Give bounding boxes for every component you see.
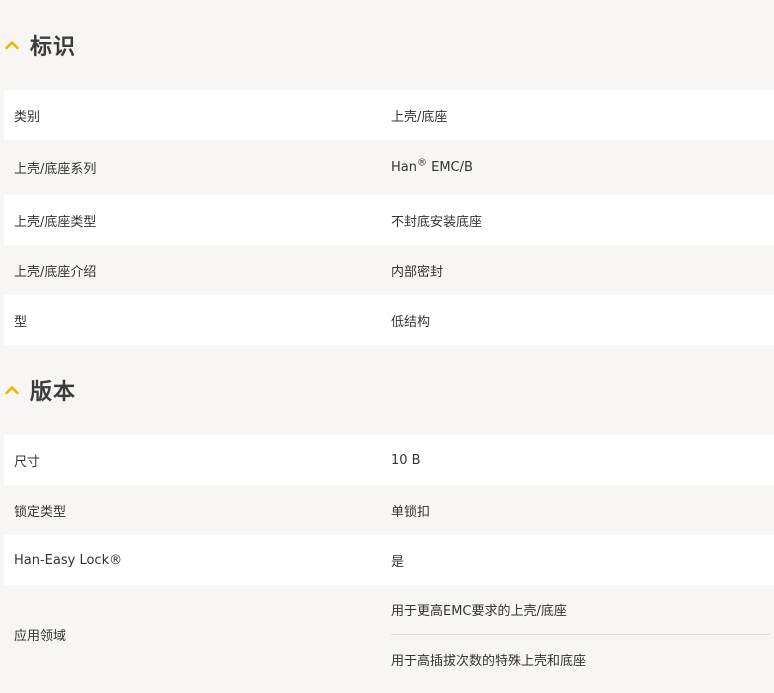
row-value: 用于高插拔次数的特殊上壳和底座 xyxy=(391,653,587,669)
row-label: 上壳/底座类型 xyxy=(14,214,97,230)
row-value: 单锁扣 xyxy=(391,504,431,520)
section-header-identification[interactable]: 标识 xyxy=(0,0,774,90)
row-label: 锁定类型 xyxy=(14,504,67,520)
identification-table: 类别 上壳/底座 上壳/底座系列 Han® EMC/B 上壳/底座类型 不封底安… xyxy=(4,90,774,345)
row-value: 10 B xyxy=(391,452,421,468)
table-row: 锁定类型 单锁扣 xyxy=(4,485,774,535)
table-row: 类别 上壳/底座 xyxy=(4,90,774,140)
row-value: 是 xyxy=(391,554,405,570)
row-label: 类别 xyxy=(14,109,41,125)
table-row: 上壳/底座介绍 内部密封 xyxy=(4,245,774,295)
row-label: 上壳/底座介绍 xyxy=(14,264,97,280)
row-value: 内部密封 xyxy=(391,264,444,280)
value-suffix: EMC/B xyxy=(426,160,473,175)
value-text: Han xyxy=(391,160,417,175)
version-table: 尺寸 10 B 锁定类型 单锁扣 Han-Easy Lock® 是 应用领域 用… xyxy=(4,435,774,683)
row-value: 低结构 xyxy=(391,314,431,330)
table-row: 尺寸 10 B xyxy=(4,435,774,485)
row-value: 上壳/底座 xyxy=(391,109,448,125)
table-row: Han-Easy Lock® 是 xyxy=(4,535,774,585)
chevron-up-icon xyxy=(4,382,20,398)
row-label: Han-Easy Lock® xyxy=(14,552,123,568)
section-title: 版本 xyxy=(30,380,77,405)
table-row: 型 低结构 xyxy=(4,295,774,345)
table-row: 上壳/底座类型 不封底安装底座 xyxy=(4,195,774,245)
row-value: 不封底安装底座 xyxy=(391,214,483,230)
row-value: 用于更高EMC要求的上壳/底座 xyxy=(391,585,770,635)
row-label: 型 xyxy=(14,314,28,330)
row-value: Han® EMC/B xyxy=(391,157,774,175)
table-row: 应用领域 用于更高EMC要求的上壳/底座 用于高插拔次数的特殊上壳和底座 xyxy=(4,585,774,683)
row-label: 上壳/底座系列 xyxy=(14,162,97,177)
row-label: 应用领域 xyxy=(14,628,67,644)
section-header-version[interactable]: 版本 xyxy=(0,345,774,435)
chevron-up-icon xyxy=(4,37,20,53)
registered-mark: ® xyxy=(416,157,427,169)
row-label: 尺寸 xyxy=(14,454,41,470)
row-values: 用于更高EMC要求的上壳/底座 用于高插拔次数的特殊上壳和底座 xyxy=(391,585,774,684)
section-title: 标识 xyxy=(30,35,77,60)
table-row: 上壳/底座系列 Han® EMC/B xyxy=(4,140,774,195)
